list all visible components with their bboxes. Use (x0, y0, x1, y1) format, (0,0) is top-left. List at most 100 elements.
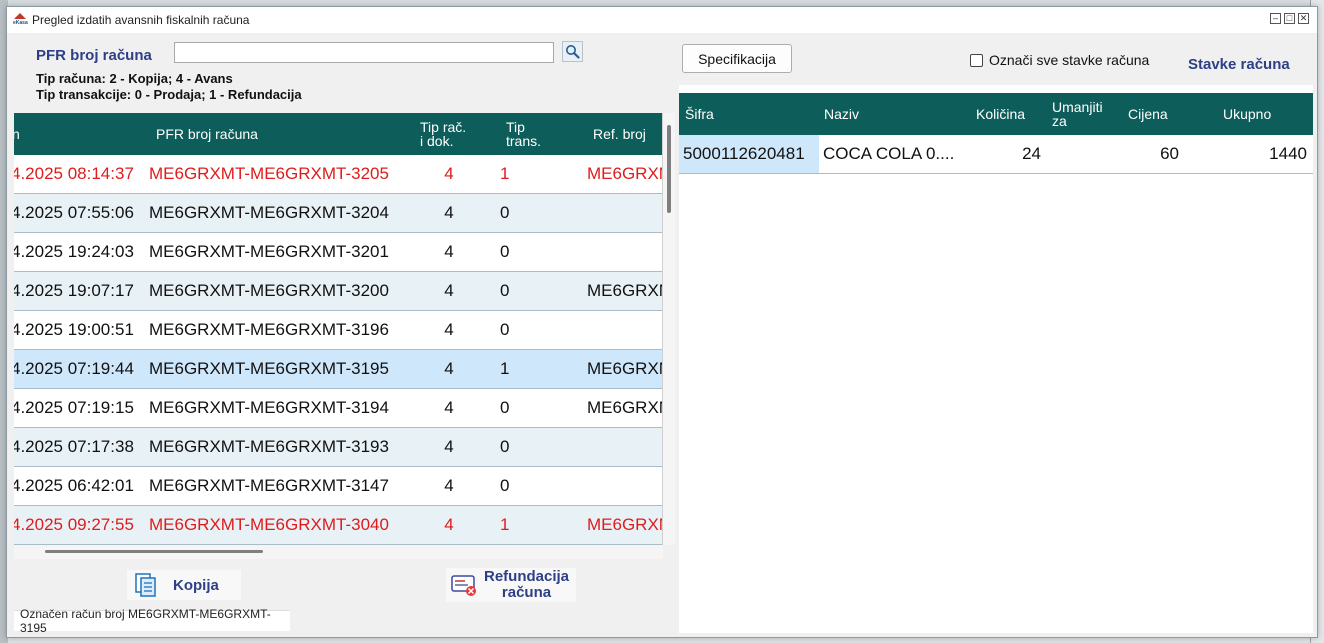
col-header-date[interactable]: n (14, 113, 20, 155)
advance-receipts-window: eKasa Pregled izdatih avansnih fiskalnih… (6, 6, 1318, 638)
refund-button[interactable]: Refundacija računa (446, 568, 576, 602)
cell-pfr-number: ME6GRXMT-ME6GRXMT-3200 (149, 281, 389, 300)
cell-ref-number: ME6GRXMT (587, 359, 662, 378)
refund-label-line1: Refundacija (484, 568, 570, 585)
pfr-search-input[interactable] (174, 42, 554, 63)
cell-date: 4.2025 07:19:44 (14, 359, 134, 378)
select-all-label: Označi sve stavke računa (989, 52, 1150, 68)
cell-date: 4.2025 09:27:55 (14, 515, 134, 534)
vertical-scrollbar[interactable] (663, 113, 675, 545)
cell-pfr-number: ME6GRXMT-ME6GRXMT-3201 (149, 242, 389, 261)
cell-receipt-type: 4 (444, 320, 454, 339)
cell-date: 4.2025 19:07:17 (14, 281, 134, 300)
select-all-items-option[interactable]: Označi sve stavke računa (970, 52, 1149, 68)
cell-transaction-type: 0 (500, 398, 510, 417)
table-row[interactable]: 4.2025 06:42:01 ME6GRXMT-ME6GRXMT-3147 4 0 (14, 467, 662, 506)
cell-date: 4.2025 19:00:51 (14, 320, 134, 339)
cell-cijena: 60 (1160, 144, 1179, 163)
select-all-checkbox[interactable] (970, 53, 983, 67)
items-title: Stavke računa (1188, 56, 1290, 73)
col-header-umanjiti-line1: Umanjiti (1052, 99, 1103, 115)
cell-transaction-type: 1 (500, 164, 510, 183)
cell-transaction-type: 1 (500, 359, 510, 378)
cell-kolicina: 24 (1022, 144, 1041, 163)
cell-pfr-number: ME6GRXMT-ME6GRXMT-3147 (149, 476, 389, 495)
item-row[interactable]: 5000112620481 COCA COLA 0.... 24 60 1440 (679, 135, 1313, 174)
cell-date: 4.2025 08:14:37 (14, 164, 134, 183)
refund-label-line2: računa (501, 584, 552, 601)
search-button[interactable] (562, 41, 583, 62)
receipts-table[interactable]: n PFR broj računa Tip rač. i dok. Tip tr… (14, 113, 663, 545)
close-icon[interactable]: ✕ (1298, 13, 1309, 24)
cell-receipt-type: 4 (444, 476, 454, 495)
specification-button[interactable]: Specifikacija (682, 44, 792, 73)
col-header-kolicina[interactable]: Količina (976, 93, 1025, 135)
cell-receipt-type: 4 (444, 281, 454, 300)
table-row[interactable]: 4.2025 07:19:15 ME6GRXMT-ME6GRXMT-3194 4 0 M… (14, 389, 662, 428)
receipts-table-header: n PFR broj računa Tip rač. i dok. Tip tr… (14, 113, 662, 155)
cell-ref-number (587, 233, 662, 271)
col-header-pfr[interactable]: PFR broj računa (156, 113, 258, 155)
cell-ref-number (587, 467, 662, 505)
refund-receipt-icon (451, 575, 476, 596)
cell-transaction-type: 0 (500, 203, 510, 222)
cell-transaction-type: 1 (500, 515, 510, 534)
col-header-ukupno[interactable]: Ukupno (1223, 93, 1271, 135)
cell-date: 4.2025 19:24:03 (14, 242, 134, 261)
col-header-cijena[interactable]: Cijena (1128, 93, 1168, 135)
cell-receipt-type: 4 (444, 242, 454, 261)
cell-naziv: COCA COLA 0.... (823, 144, 955, 163)
cell-receipt-type: 4 (444, 203, 454, 222)
title-bar[interactable]: eKasa Pregled izdatih avansnih fiskalnih… (7, 7, 1317, 33)
col-header-umanjiti[interactable]: Umanjiti za (1052, 93, 1103, 135)
table-row[interactable]: 4.2025 19:24:03 ME6GRXMT-ME6GRXMT-3201 4 0 (14, 233, 662, 272)
kopija-button[interactable]: Kopija (127, 570, 241, 600)
cell-ref-number: ME6GRXMT (587, 164, 662, 183)
receipts-table-body: 4.2025 08:14:37 ME6GRXMT-ME6GRXMT-3205 4 1 M… (14, 155, 662, 545)
col-header-naziv[interactable]: Naziv (824, 93, 859, 135)
maximize-icon[interactable]: □ (1284, 13, 1295, 24)
cell-ref-number: ME6GRXMT (587, 398, 662, 417)
table-row[interactable]: 4.2025 19:00:51 ME6GRXMT-ME6GRXMT-3196 4 0 (14, 311, 662, 350)
col-header-sifra[interactable]: Šifra (685, 93, 714, 135)
col-header-receipt-type-line2: i dok. (420, 133, 454, 149)
cell-transaction-type: 0 (500, 437, 510, 456)
horizontal-scroll-thumb[interactable] (45, 550, 263, 553)
cell-transaction-type: 0 (500, 281, 510, 300)
col-header-transaction-type-line1: Tip (506, 119, 525, 135)
cell-transaction-type: 0 (500, 476, 510, 495)
cell-ref-number: ME6GRXMT (587, 515, 662, 534)
table-row[interactable]: 4.2025 19:07:17 ME6GRXMT-ME6GRXMT-3200 4 0 M… (14, 272, 662, 311)
cell-pfr-number: ME6GRXMT-ME6GRXMT-3204 (149, 203, 389, 222)
cell-receipt-type: 4 (444, 437, 454, 456)
cell-ukupno: 1440 (1269, 144, 1307, 163)
col-header-receipt-type-line1: Tip rač. (420, 119, 467, 135)
cell-transaction-type: 0 (500, 242, 510, 261)
status-bar-text: Označen račun broj ME6GRXMT-ME6GRXMT-319… (14, 607, 290, 635)
transaction-type-legend: Tip transakcije: 0 - Prodaja; 1 - Refund… (36, 87, 302, 102)
cell-receipt-type: 4 (444, 164, 454, 183)
col-header-receipt-type[interactable]: Tip rač. i dok. (420, 113, 466, 155)
table-row[interactable]: 4.2025 08:14:37 ME6GRXMT-ME6GRXMT-3205 4 1 M… (14, 155, 662, 194)
col-header-transaction-type[interactable]: Tip trans. (506, 113, 541, 155)
cell-pfr-number: ME6GRXMT-ME6GRXMT-3196 (149, 320, 389, 339)
minimize-icon[interactable]: – (1270, 13, 1281, 24)
col-header-ref[interactable]: Ref. broj (593, 113, 646, 155)
table-row[interactable]: 4.2025 07:19:44 ME6GRXMT-ME6GRXMT-3195 4 1 M… (14, 350, 662, 389)
table-row[interactable]: 4.2025 07:55:06 ME6GRXMT-ME6GRXMT-3204 4 0 (14, 194, 662, 233)
cell-pfr-number: ME6GRXMT-ME6GRXMT-3193 (149, 437, 389, 456)
cell-date: 4.2025 07:19:15 (14, 398, 134, 417)
cell-date: 4.2025 06:42:01 (14, 476, 134, 495)
cell-receipt-type: 4 (444, 515, 454, 534)
table-row[interactable]: 4.2025 07:17:38 ME6GRXMT-ME6GRXMT-3193 4 0 (14, 428, 662, 467)
search-icon (566, 45, 580, 59)
cell-pfr-number: ME6GRXMT-ME6GRXMT-3040 (149, 515, 389, 534)
window-title: Pregled izdatih avansnih fiskalnih račun… (32, 13, 250, 27)
cell-pfr-number: ME6GRXMT-ME6GRXMT-3194 (149, 398, 389, 417)
horizontal-scrollbar[interactable] (14, 545, 663, 559)
table-row[interactable]: 4.2025 09:27:55 ME6GRXMT-ME6GRXMT-3040 4 1 M… (14, 506, 662, 545)
vertical-scroll-thumb[interactable] (667, 125, 671, 213)
cell-ref-number (587, 194, 662, 232)
kopija-label: Kopija (173, 576, 219, 594)
cell-date: 4.2025 07:55:06 (14, 203, 134, 222)
